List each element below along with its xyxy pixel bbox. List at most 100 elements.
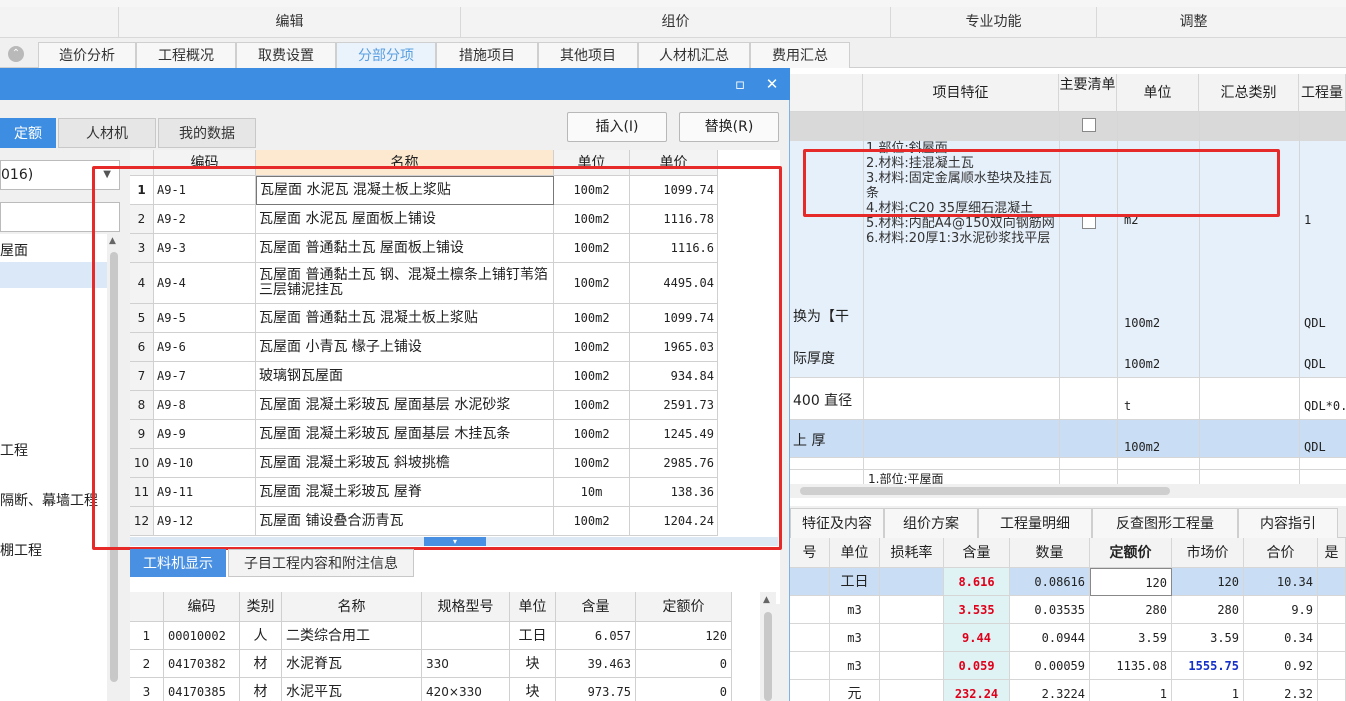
list-cell-price[interactable]: 1099.74	[630, 304, 718, 333]
grid-cell-loss[interactable]	[880, 568, 944, 596]
list-row-number[interactable]: 2	[130, 205, 154, 234]
grid-cell-unit[interactable]: m3	[830, 596, 880, 624]
bg-header-unit[interactable]: 单位	[1117, 74, 1199, 112]
grid-header-no[interactable]: 号	[790, 538, 830, 568]
insert-button[interactable]: 插入(I)	[567, 112, 667, 142]
sub-header-code[interactable]: 编码	[164, 592, 240, 622]
tab-my-data[interactable]: 我的数据	[158, 118, 256, 148]
bg-header-summary-type[interactable]: 汇总类别	[1199, 74, 1299, 112]
list-cell-name[interactable]: 瓦屋面 混凝土彩玻瓦 屋面基层 木挂瓦条	[256, 420, 554, 449]
grid-cell[interactable]	[790, 596, 830, 624]
grid-cell-content[interactable]: 8.616	[944, 568, 1010, 596]
list-cell-name[interactable]: 瓦屋面 普通黏土瓦 混凝土板上浆贴	[256, 304, 554, 333]
sub-cell-price[interactable]: 120	[636, 622, 732, 650]
list-cell-name[interactable]: 瓦屋面 混凝土彩玻瓦 斜坡挑檐	[256, 449, 554, 478]
tree-item[interactable]: 屋面	[0, 240, 28, 260]
grid-cell-quota[interactable]: 3.59	[1090, 624, 1172, 652]
quota-library-select[interactable]: 016) ▼	[0, 160, 120, 190]
row-main-list-checkbox[interactable]	[1082, 215, 1096, 229]
list-row-number[interactable]: 5	[130, 304, 154, 333]
tab-reverse-lookup[interactable]: 反查图形工程量	[1092, 508, 1238, 538]
grid-header-flag[interactable]: 是	[1318, 538, 1346, 568]
tab-features-content[interactable]: 特征及内容	[790, 508, 884, 538]
list-row-number[interactable]: 9	[130, 420, 154, 449]
grid-cell-content[interactable]: 232.24	[944, 680, 1010, 701]
list-cell-name[interactable]: 瓦屋面 小青瓦 椽子上铺设	[256, 333, 554, 362]
list-cell-unit[interactable]: 100m2	[554, 507, 630, 536]
sub-header-spec[interactable]: 规格型号	[422, 592, 510, 622]
splitter-grip[interactable]: ▾	[424, 537, 486, 546]
list-row-number[interactable]: 4	[130, 263, 154, 304]
grid-cell[interactable]	[1318, 652, 1346, 680]
sub-header-name[interactable]: 名称	[282, 592, 422, 622]
sub-cell-unit[interactable]: 块	[510, 678, 556, 701]
sub-cell-name[interactable]: 水泥脊瓦	[282, 650, 422, 678]
dialog-title-bar[interactable]: ▫ ✕	[0, 68, 790, 100]
list-cell-code[interactable]: A9-2	[154, 205, 256, 234]
scroll-up-icon[interactable]: ▲	[763, 595, 770, 605]
list-cell-unit[interactable]: 100m2	[554, 449, 630, 478]
list-row-number[interactable]: 10	[130, 449, 154, 478]
grid-cell-qty[interactable]: 0.00059	[1010, 652, 1090, 680]
list-cell-price[interactable]: 1204.24	[630, 507, 718, 536]
bg-header-feature[interactable]: 项目特征	[863, 74, 1059, 112]
tree-item[interactable]: 工程	[0, 440, 28, 460]
grid-header-quota-price[interactable]: 定额价	[1090, 538, 1172, 568]
list-cell-code[interactable]: A9-7	[154, 362, 256, 391]
list-row-number[interactable]: 12	[130, 507, 154, 536]
grid-cell-quota[interactable]: 1135.08	[1090, 652, 1172, 680]
tab-content-guide[interactable]: 内容指引	[1238, 508, 1338, 538]
grid-cell-loss[interactable]	[880, 680, 944, 701]
list-cell-price[interactable]: 1099.74	[630, 176, 718, 205]
tab-labor-material[interactable]: 人材机	[58, 118, 156, 148]
tab-pricing-scheme[interactable]: 组价方案	[884, 508, 978, 538]
resource-scrollbar[interactable]: ▲	[760, 592, 776, 701]
list-row-number[interactable]: 7	[130, 362, 154, 391]
sub-cell-spec[interactable]	[422, 622, 510, 650]
grid-cell-market[interactable]: 120	[1172, 568, 1244, 596]
grid-cell-quota[interactable]: 120	[1090, 568, 1172, 596]
list-cell-unit[interactable]: 100m2	[554, 391, 630, 420]
tab-labor-material-summary[interactable]: 人材机汇总	[638, 42, 750, 68]
list-cell-code[interactable]: A9-11	[154, 478, 256, 507]
grid-cell-content[interactable]: 9.44	[944, 624, 1010, 652]
grid-cell-qty[interactable]: 0.08616	[1010, 568, 1090, 596]
grid-cell[interactable]	[790, 680, 830, 701]
list-cell-name[interactable]: 玻璃钢瓦屋面	[256, 362, 554, 391]
list-cell-unit[interactable]: 100m2	[554, 420, 630, 449]
grid-cell-unit[interactable]: m3	[830, 624, 880, 652]
list-cell-code[interactable]: A9-12	[154, 507, 256, 536]
sub-cell-price[interactable]: 0	[636, 678, 732, 701]
grid-cell-market[interactable]: 280	[1172, 596, 1244, 624]
sub-cell-type[interactable]: 材	[240, 650, 282, 678]
list-cell-unit[interactable]: 100m2	[554, 176, 630, 205]
list-cell-unit[interactable]: 100m2	[554, 333, 630, 362]
list-row-number[interactable]: 1	[130, 176, 154, 205]
sub-cell-price[interactable]: 0	[636, 650, 732, 678]
list-cell-unit[interactable]: 100m2	[554, 234, 630, 263]
list-cell-unit[interactable]: 100m2	[554, 304, 630, 333]
bg-selected-row[interactable]	[790, 419, 1346, 457]
sub-cell-code[interactable]: 00010002	[164, 622, 240, 650]
sub-cell-unit[interactable]: 块	[510, 650, 556, 678]
scroll-up-icon[interactable]: ▲	[109, 236, 116, 246]
list-cell-code[interactable]: A9-8	[154, 391, 256, 420]
tab-quota[interactable]: 定额	[0, 118, 56, 148]
list-cell-price[interactable]: 1116.6	[630, 234, 718, 263]
grid-cell[interactable]	[790, 568, 830, 596]
ribbon-group-special[interactable]: 专业功能	[890, 7, 1096, 37]
list-cell-name[interactable]: 瓦屋面 水泥瓦 混凝土板上浆贴	[256, 176, 554, 205]
sub-header-content[interactable]: 含量	[556, 592, 636, 622]
sub-row-number[interactable]: 2	[130, 650, 164, 678]
close-icon[interactable]: ✕	[762, 74, 782, 94]
sub-cell-name[interactable]: 水泥平瓦	[282, 678, 422, 701]
list-cell-code[interactable]: A9-9	[154, 420, 256, 449]
list-cell-price[interactable]: 2591.73	[630, 391, 718, 420]
grid-cell-unit[interactable]: 元	[830, 680, 880, 701]
grid-cell-loss[interactable]	[880, 596, 944, 624]
sub-cell-spec[interactable]: 330	[422, 650, 510, 678]
tab-measures[interactable]: 措施项目	[436, 42, 538, 68]
list-cell-name[interactable]: 瓦屋面 普通黏土瓦 钢、混凝土檩条上铺钉苇箔三层铺泥挂瓦	[256, 263, 554, 304]
list-header-code[interactable]: 编码	[154, 150, 256, 176]
grid-cell-quota[interactable]: 1	[1090, 680, 1172, 701]
